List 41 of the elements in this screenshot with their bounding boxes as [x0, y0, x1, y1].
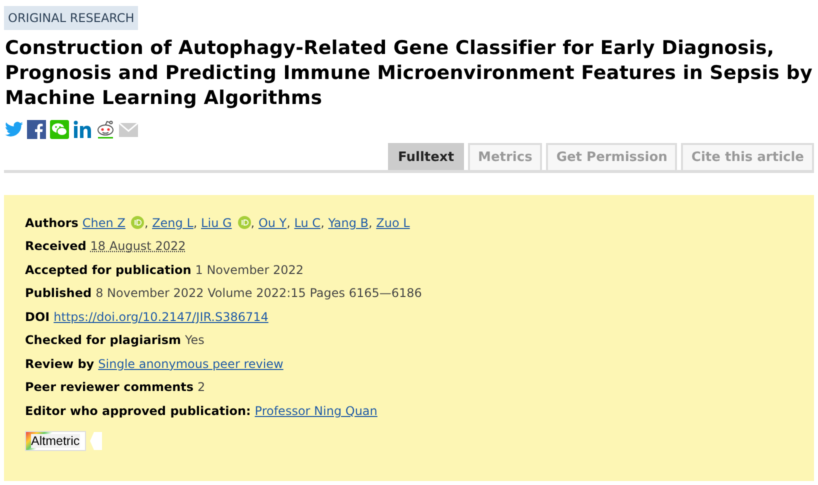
author-link[interactable]: Zuo L	[376, 216, 410, 230]
altmetric-badge[interactable]: Altmetric	[25, 430, 86, 450]
twitter-bird-icon[interactable]	[4, 120, 23, 139]
orcid-icon[interactable]	[238, 216, 251, 230]
author-link[interactable]: Yang B	[328, 216, 369, 230]
field-label: Editor who approved publication:	[25, 404, 251, 418]
score-tag-icon	[90, 432, 102, 450]
separator-text: ,	[320, 216, 326, 230]
field-value: 1 November 2022	[195, 262, 304, 277]
article-title: Construction of Autophagy-Related Gene Classifier for Early Diagnosis, Prognosis and Predicting Immune Microenvironment Features in Sepsis by Machine Learning Algorithms	[5, 36, 814, 111]
field-label: Checked for plagiarism	[25, 333, 182, 348]
article-type-label: ORIGINAL RESEARCH	[4, 6, 138, 30]
field-link[interactable]: Professor Ning Quan	[254, 404, 378, 418]
author-link[interactable]: Ou Y	[258, 216, 287, 230]
author-link[interactable]: Chen Z	[82, 216, 126, 230]
field-value: 8 November 2022 Volume 2022:15 Pages 6165—6186	[96, 286, 422, 300]
date-value: 18 August 2022	[90, 239, 186, 254]
separator-text: ,	[144, 216, 150, 230]
tab[interactable]: Fulltext	[388, 143, 464, 170]
separator-text: ,	[286, 216, 292, 230]
field-link[interactable]: https://doi.org/10.2147/JIR.S386714	[54, 310, 268, 324]
field-value: Yes	[185, 333, 204, 348]
orcid-icon[interactable]	[131, 216, 144, 230]
separator-text: ,	[368, 216, 374, 230]
author-link[interactable]: Liu G	[201, 216, 232, 230]
field-link[interactable]: Single anonymous peer review	[98, 356, 284, 371]
field-label: Authors	[25, 216, 78, 230]
field-label: DOI	[25, 310, 50, 324]
field-label: Received	[25, 239, 86, 254]
facebook-icon[interactable]	[27, 120, 46, 139]
field-label: Published	[25, 286, 92, 300]
linkedin-icon[interactable]	[73, 120, 92, 139]
field-label: Review by	[25, 356, 94, 371]
author-link[interactable]: Lu C	[294, 216, 321, 230]
field-label: Peer reviewer comments	[25, 380, 194, 394]
field-label: Accepted for publication	[25, 262, 192, 277]
reddit-alien-icon[interactable]	[96, 120, 115, 139]
author-link[interactable]: Zeng L	[152, 216, 194, 230]
field-value: 2	[198, 380, 206, 394]
separator-text: ,	[193, 216, 198, 230]
separator-text: ,	[250, 216, 256, 230]
